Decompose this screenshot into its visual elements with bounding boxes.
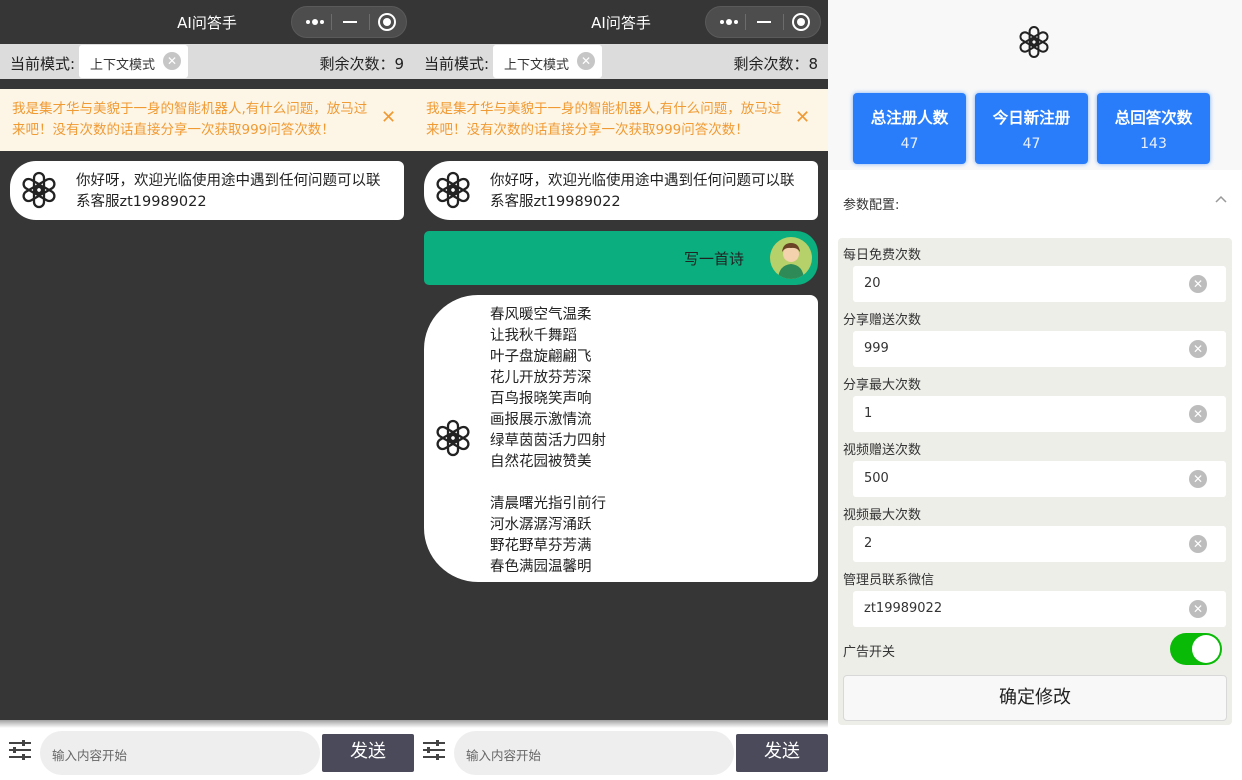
clear-icon[interactable]: ✕ xyxy=(1189,470,1207,488)
mode-label: 当前模式: xyxy=(10,55,76,73)
mode-chip-label: 上下文模式 xyxy=(504,58,570,73)
title-bar: AI问答手 xyxy=(414,0,828,44)
field-value: 2 xyxy=(864,536,873,551)
clear-icon[interactable]: ✕ xyxy=(163,52,181,70)
admin-header: 总注册人数 47 今日新注册 47 总回答次数 143 xyxy=(828,0,1242,170)
mode-label: 当前模式: xyxy=(424,55,490,73)
more-dots-icon[interactable] xyxy=(295,7,333,37)
field-value: 500 xyxy=(864,471,889,486)
chevron-up-icon[interactable] xyxy=(1214,192,1228,206)
openai-logo-icon xyxy=(434,171,472,209)
stat-value: 47 xyxy=(1022,136,1041,152)
notice-text: 我是集才华与美貌于一身的智能机器人,有什么问题，放马过来吧！没有次数的话直接分享… xyxy=(426,101,782,138)
message-input-placeholder: 输入内容开始 xyxy=(52,748,128,763)
clear-icon[interactable]: ✕ xyxy=(1189,340,1207,358)
mode-bar: 当前模式: 上下文模式 ✕ 剩余次数：9 xyxy=(0,44,414,79)
screen: AI问答手 当前模式: 上下文模式 ✕ 剩余次数：9 我是集才华与美貌于一身的智… xyxy=(0,0,1242,780)
field-label: 分享最大次数 xyxy=(843,378,922,393)
mini-program-capsule xyxy=(705,6,821,38)
message-input-placeholder: 输入内容开始 xyxy=(466,748,542,763)
input-bar: 输入内容开始 发送 xyxy=(414,720,828,780)
stat-value: 143 xyxy=(1140,136,1167,152)
admin-panel: 总注册人数 47 今日新注册 47 总回答次数 143 参数配置: 每日免费次数… xyxy=(828,0,1242,780)
notice-bar: 我是集才华与美貌于一身的智能机器人,有什么问题，放马过来吧！没有次数的话直接分享… xyxy=(414,89,828,151)
phone-chat-poem: AI问答手 当前模式: 上下文模式 ✕ 剩余次数：8 我是集才华与美貌于一身的智… xyxy=(414,0,828,780)
close-icon[interactable]: ✕ xyxy=(795,107,810,128)
video-max-count-input[interactable]: 2 ✕ xyxy=(853,526,1226,562)
stat-value: 47 xyxy=(900,136,919,152)
clear-icon[interactable]: ✕ xyxy=(1189,535,1207,553)
minimize-icon[interactable] xyxy=(331,7,369,37)
config-form: 每日免费次数 20 ✕ 分享赠送次数 999 ✕ 分享最大次数 1 ✕ 视频赠送… xyxy=(838,238,1232,725)
share-max-count-input[interactable]: 1 ✕ xyxy=(853,396,1226,432)
field-label: 视频最大次数 xyxy=(843,508,922,523)
field-label: 管理员联系微信 xyxy=(843,573,935,588)
stat-label: 今日新注册 xyxy=(992,109,1071,127)
stat-card-total-answers: 总回答次数 143 xyxy=(1097,93,1210,164)
confirm-button[interactable]: 确定修改 xyxy=(843,675,1227,721)
message-input[interactable]: 输入内容开始 xyxy=(40,731,320,775)
bot-poem-text: 春风暖空气温柔 让我秋千舞蹈 叶子盘旋翩翩飞 花儿开放芬芳深 百鸟报晓笑声响 画… xyxy=(490,307,606,575)
admin-wechat-input[interactable]: zt19989022 ✕ xyxy=(853,591,1226,627)
openai-logo-icon xyxy=(20,171,58,209)
stat-label: 总回答次数 xyxy=(1114,109,1193,127)
clear-icon[interactable]: ✕ xyxy=(577,52,595,70)
input-bar-shadow xyxy=(0,720,414,728)
field-value: 20 xyxy=(864,276,881,291)
close-icon[interactable]: ✕ xyxy=(381,107,396,128)
stat-card-new-today: 今日新注册 47 xyxy=(975,93,1088,164)
input-bar-shadow xyxy=(414,720,828,728)
mode-bar: 当前模式: 上下文模式 ✕ 剩余次数：8 xyxy=(414,44,828,79)
openai-logo-icon xyxy=(434,419,472,457)
field-value: zt19989022 xyxy=(864,601,943,616)
config-section-title: 参数配置: xyxy=(843,198,900,213)
close-target-icon[interactable] xyxy=(782,7,820,37)
openai-logo-icon xyxy=(1017,26,1051,58)
stat-card-total-users: 总注册人数 47 xyxy=(853,93,966,164)
bot-message: 春风暖空气温柔 让我秋千舞蹈 叶子盘旋翩翩飞 花儿开放芬芳深 百鸟报晓笑声响 画… xyxy=(424,295,818,582)
notice-bar: 我是集才华与美貌于一身的智能机器人,有什么问题，放马过来吧！没有次数的话直接分享… xyxy=(0,89,414,151)
notice-text: 我是集才华与美貌于一身的智能机器人,有什么问题，放马过来吧！没有次数的话直接分享… xyxy=(12,101,368,138)
user-avatar-icon xyxy=(770,237,812,279)
mode-chip[interactable]: 上下文模式 ✕ xyxy=(79,45,188,78)
bot-message-text: 你好呀，欢迎光临使用途中遇到任何问题可以联系客服zt19989022 xyxy=(76,173,381,210)
daily-free-count-input[interactable]: 20 ✕ xyxy=(853,266,1226,302)
field-label: 分享赠送次数 xyxy=(843,313,922,328)
phone-chat-initial: AI问答手 当前模式: 上下文模式 ✕ 剩余次数：9 我是集才华与美貌于一身的智… xyxy=(0,0,414,780)
field-value: 1 xyxy=(864,406,873,421)
field-label: 视频赠送次数 xyxy=(843,443,922,458)
settings-sliders-icon[interactable] xyxy=(8,739,32,761)
clear-icon[interactable]: ✕ xyxy=(1189,275,1207,293)
send-button[interactable]: 发送 xyxy=(322,734,414,772)
input-bar: 输入内容开始 发送 xyxy=(0,720,414,780)
more-dots-icon[interactable] xyxy=(709,7,747,37)
stat-label: 总注册人数 xyxy=(870,109,949,127)
send-button[interactable]: 发送 xyxy=(736,734,828,772)
bot-message: 你好呀，欢迎光临使用途中遇到任何问题可以联系客服zt19989022 xyxy=(424,161,818,220)
mini-program-capsule xyxy=(291,6,407,38)
mode-chip-label: 上下文模式 xyxy=(90,58,156,73)
title-bar: AI问答手 xyxy=(0,0,414,44)
bot-message-text: 你好呀，欢迎光临使用途中遇到任何问题可以联系客服zt19989022 xyxy=(490,173,795,210)
mode-chip[interactable]: 上下文模式 ✕ xyxy=(493,45,602,78)
video-bonus-count-input[interactable]: 500 ✕ xyxy=(853,461,1226,497)
minimize-icon[interactable] xyxy=(745,7,783,37)
user-message-text: 写一首诗 xyxy=(683,250,744,268)
settings-sliders-icon[interactable] xyxy=(422,739,446,761)
ad-switch-toggle[interactable] xyxy=(1170,633,1222,665)
close-target-icon[interactable] xyxy=(368,7,406,37)
user-message: 写一首诗 xyxy=(424,231,818,285)
remaining-count: 剩余次数：9 xyxy=(319,55,404,73)
bot-message: 你好呀，欢迎光临使用途中遇到任何问题可以联系客服zt19989022 xyxy=(10,161,404,220)
clear-icon[interactable]: ✕ xyxy=(1189,405,1207,423)
ad-switch-label: 广告开关 xyxy=(843,645,896,660)
remaining-count: 剩余次数：8 xyxy=(733,55,818,73)
clear-icon[interactable]: ✕ xyxy=(1189,600,1207,618)
field-label: 每日免费次数 xyxy=(843,248,922,263)
share-bonus-count-input[interactable]: 999 ✕ xyxy=(853,331,1226,367)
field-value: 999 xyxy=(864,341,889,356)
message-input[interactable]: 输入内容开始 xyxy=(454,731,734,775)
